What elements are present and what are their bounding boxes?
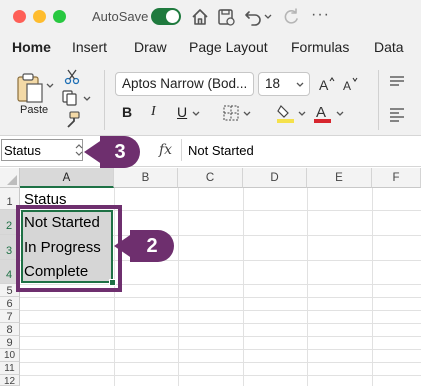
column-header-f[interactable]: F (372, 168, 421, 188)
font-name-value: Aptos Narrow (Bod... (122, 76, 248, 91)
close-window-button[interactable] (13, 10, 26, 23)
align-top-icon[interactable] (388, 74, 406, 90)
gridline (20, 375, 421, 376)
font-color-icon[interactable]: A (313, 102, 333, 124)
borders-dropdown-chevron-icon[interactable] (243, 110, 251, 118)
formula-value: Not Started (188, 143, 254, 158)
callout-badge-3: 3 (100, 136, 140, 168)
svg-text:A: A (316, 104, 326, 121)
cut-icon[interactable] (64, 69, 80, 85)
toggle-knob (166, 10, 179, 23)
decrease-font-size-icon[interactable]: A (342, 75, 360, 93)
autosave-toggle[interactable] (151, 8, 181, 25)
undo-dropdown-chevron-icon[interactable] (264, 13, 272, 21)
gridline (20, 336, 421, 337)
underline-dropdown-chevron-icon[interactable] (192, 110, 200, 118)
zoom-window-button[interactable] (53, 10, 66, 23)
gridline (178, 188, 179, 386)
column-header-b[interactable]: B (114, 168, 178, 188)
gridline (20, 362, 421, 363)
row-header-7[interactable]: 7 (0, 310, 20, 323)
callout-badge-2: 2 (130, 230, 174, 262)
underline-button[interactable]: U (177, 104, 187, 120)
ribbon-separator (104, 70, 105, 130)
italic-button[interactable]: I (151, 104, 156, 120)
autosave-label: AutoSave (92, 9, 149, 24)
save-icon[interactable] (216, 7, 236, 27)
svg-text:A: A (319, 77, 329, 93)
row-header-8[interactable]: 8 (0, 323, 20, 336)
minimize-window-button[interactable] (33, 10, 46, 23)
font-color-dropdown-chevron-icon[interactable] (336, 110, 344, 118)
tab-formulas[interactable]: Formulas (291, 39, 349, 55)
bold-button[interactable]: B (122, 104, 132, 120)
formula-input[interactable]: Not Started (181, 139, 421, 161)
home-icon[interactable] (190, 7, 210, 27)
row-header-9[interactable]: 9 (0, 336, 20, 349)
gridline (372, 188, 373, 386)
paste-dropdown-chevron-icon[interactable] (46, 82, 54, 90)
fill-color-dropdown-chevron-icon[interactable] (298, 110, 306, 118)
name-box[interactable]: Status (1, 139, 83, 161)
paste-icon[interactable] (15, 72, 45, 104)
font-size-chevron-icon (296, 82, 304, 87)
column-header-e[interactable]: E (307, 168, 372, 188)
font-size-select[interactable]: 18 (258, 72, 310, 96)
paste-label: Paste (20, 104, 49, 116)
tab-home[interactable]: Home (12, 39, 51, 55)
callout-highlight-box (16, 205, 122, 292)
more-icon[interactable]: ··· (311, 6, 330, 24)
font-name-select[interactable]: Aptos Narrow (Bod... (115, 72, 254, 96)
svg-text:A: A (343, 79, 351, 93)
gridline (20, 323, 421, 324)
column-header-d[interactable]: D (243, 168, 307, 188)
insert-function-icon[interactable]: fx (159, 142, 172, 158)
tab-insert[interactable]: Insert (72, 39, 107, 55)
select-all-icon (7, 175, 17, 185)
copy-dropdown-chevron-icon[interactable] (83, 95, 91, 103)
undo-icon[interactable] (243, 7, 263, 27)
increase-font-size-icon[interactable]: A (318, 75, 336, 93)
gridline (307, 188, 308, 386)
tab-data[interactable]: Data (374, 39, 404, 55)
row-header-11[interactable]: 11 (0, 362, 20, 375)
row-header-10[interactable]: 10 (0, 349, 20, 362)
gridline (20, 297, 421, 298)
tab-page-layout[interactable]: Page Layout (189, 39, 268, 55)
format-painter-icon[interactable] (63, 111, 81, 129)
tab-draw[interactable]: Draw (134, 39, 167, 55)
row-header-12[interactable]: 12 (0, 375, 20, 386)
gridline (20, 349, 421, 350)
ribbon-separator (378, 70, 379, 130)
borders-icon[interactable] (222, 104, 240, 122)
redo-icon[interactable] (281, 7, 301, 27)
select-all-corner[interactable] (0, 168, 20, 188)
column-header-a[interactable]: A (20, 168, 114, 188)
copy-icon[interactable] (62, 90, 80, 106)
fill-color-icon[interactable] (276, 102, 296, 124)
column-header-c[interactable]: C (178, 168, 243, 188)
align-left-icon[interactable] (388, 106, 406, 122)
gridline (243, 188, 244, 386)
font-size-value: 18 (265, 76, 281, 91)
name-box-value: Status (4, 143, 41, 158)
row-header-6[interactable]: 6 (0, 297, 20, 310)
gridline (20, 310, 421, 311)
